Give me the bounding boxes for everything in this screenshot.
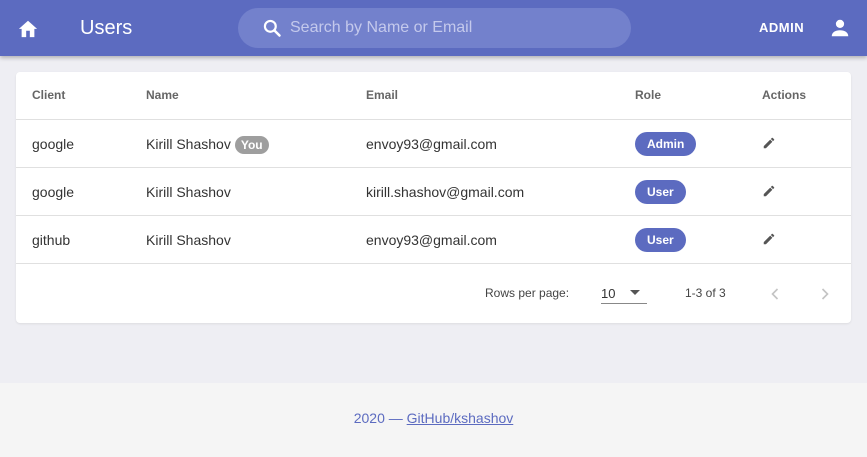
github-link[interactable]: GitHub/kshashov — [407, 410, 514, 426]
rows-per-page-select[interactable]: 10 — [601, 277, 647, 304]
home-button[interactable] — [14, 14, 42, 42]
rows-per-page-value: 10 — [601, 286, 616, 301]
name-cell: Kirill Shashov — [146, 232, 231, 248]
chevron-left-icon — [771, 288, 779, 300]
client-cell: github — [32, 232, 71, 248]
caret-down-icon — [630, 290, 640, 295]
footer-text: 2020 — GitHub/kshashov — [0, 410, 867, 426]
user-name: Kirill Shashov — [146, 136, 231, 152]
users-table-card: Client Name Email Role Actions google Ki… — [16, 72, 851, 323]
role-badge: User — [635, 180, 686, 204]
email-cell: envoy93@gmail.com — [366, 136, 497, 152]
email-cell: kirill.shashov@gmail.com — [366, 184, 525, 200]
page-footer: 2020 — GitHub/kshashov — [0, 383, 867, 457]
client-cell: google — [32, 184, 75, 200]
client-cell: google — [32, 136, 75, 152]
account-button[interactable] — [826, 14, 854, 42]
account-icon — [831, 19, 849, 37]
pencil-icon — [763, 233, 775, 245]
table-row: github Kirill Shashov envoy93@gmail.com … — [16, 216, 851, 264]
role-badge: Admin — [635, 132, 697, 156]
admin-button[interactable]: ADMIN — [759, 20, 804, 35]
edit-user-button[interactable] — [762, 136, 778, 152]
column-header-client[interactable]: Client — [32, 88, 65, 102]
home-icon — [18, 20, 38, 38]
name-cell: Kirill Shashov — [146, 184, 231, 200]
app-bar: Users ADMIN — [0, 0, 867, 56]
edit-user-button[interactable] — [762, 232, 778, 248]
table-pagination: Rows per page: 10 1-3 of 3 — [16, 265, 851, 323]
role-badge: User — [635, 228, 686, 252]
email-cell: envoy93@gmail.com — [366, 232, 497, 248]
table-row: google Kirill Shashov You envoy93@gmail.c… — [16, 120, 851, 168]
search-icon — [263, 19, 281, 37]
pagination-range: 1-3 of 3 — [685, 286, 726, 300]
search-input[interactable] — [290, 8, 620, 48]
chevron-right-icon — [821, 288, 829, 300]
column-header-name[interactable]: Name — [146, 88, 179, 102]
pencil-icon — [763, 137, 775, 149]
column-header-email[interactable]: Email — [366, 88, 398, 102]
table-header: Client Name Email Role Actions — [16, 72, 851, 120]
column-header-actions: Actions — [762, 88, 807, 102]
search-box[interactable] — [238, 8, 631, 48]
table-row: google Kirill Shashov kirill.shashov@gma… — [16, 168, 851, 216]
edit-user-button[interactable] — [762, 184, 778, 200]
page-title: Users — [80, 17, 133, 39]
rows-per-page-label: Rows per page: — [485, 286, 570, 300]
next-page-button[interactable] — [815, 284, 835, 304]
name-cell: Kirill Shashov You — [146, 135, 269, 155]
previous-page-button[interactable] — [765, 284, 785, 304]
you-badge: You — [234, 136, 269, 155]
pencil-icon — [763, 185, 775, 197]
column-header-role[interactable]: Role — [635, 88, 661, 102]
footer-year: 2020 — — [353, 410, 407, 426]
